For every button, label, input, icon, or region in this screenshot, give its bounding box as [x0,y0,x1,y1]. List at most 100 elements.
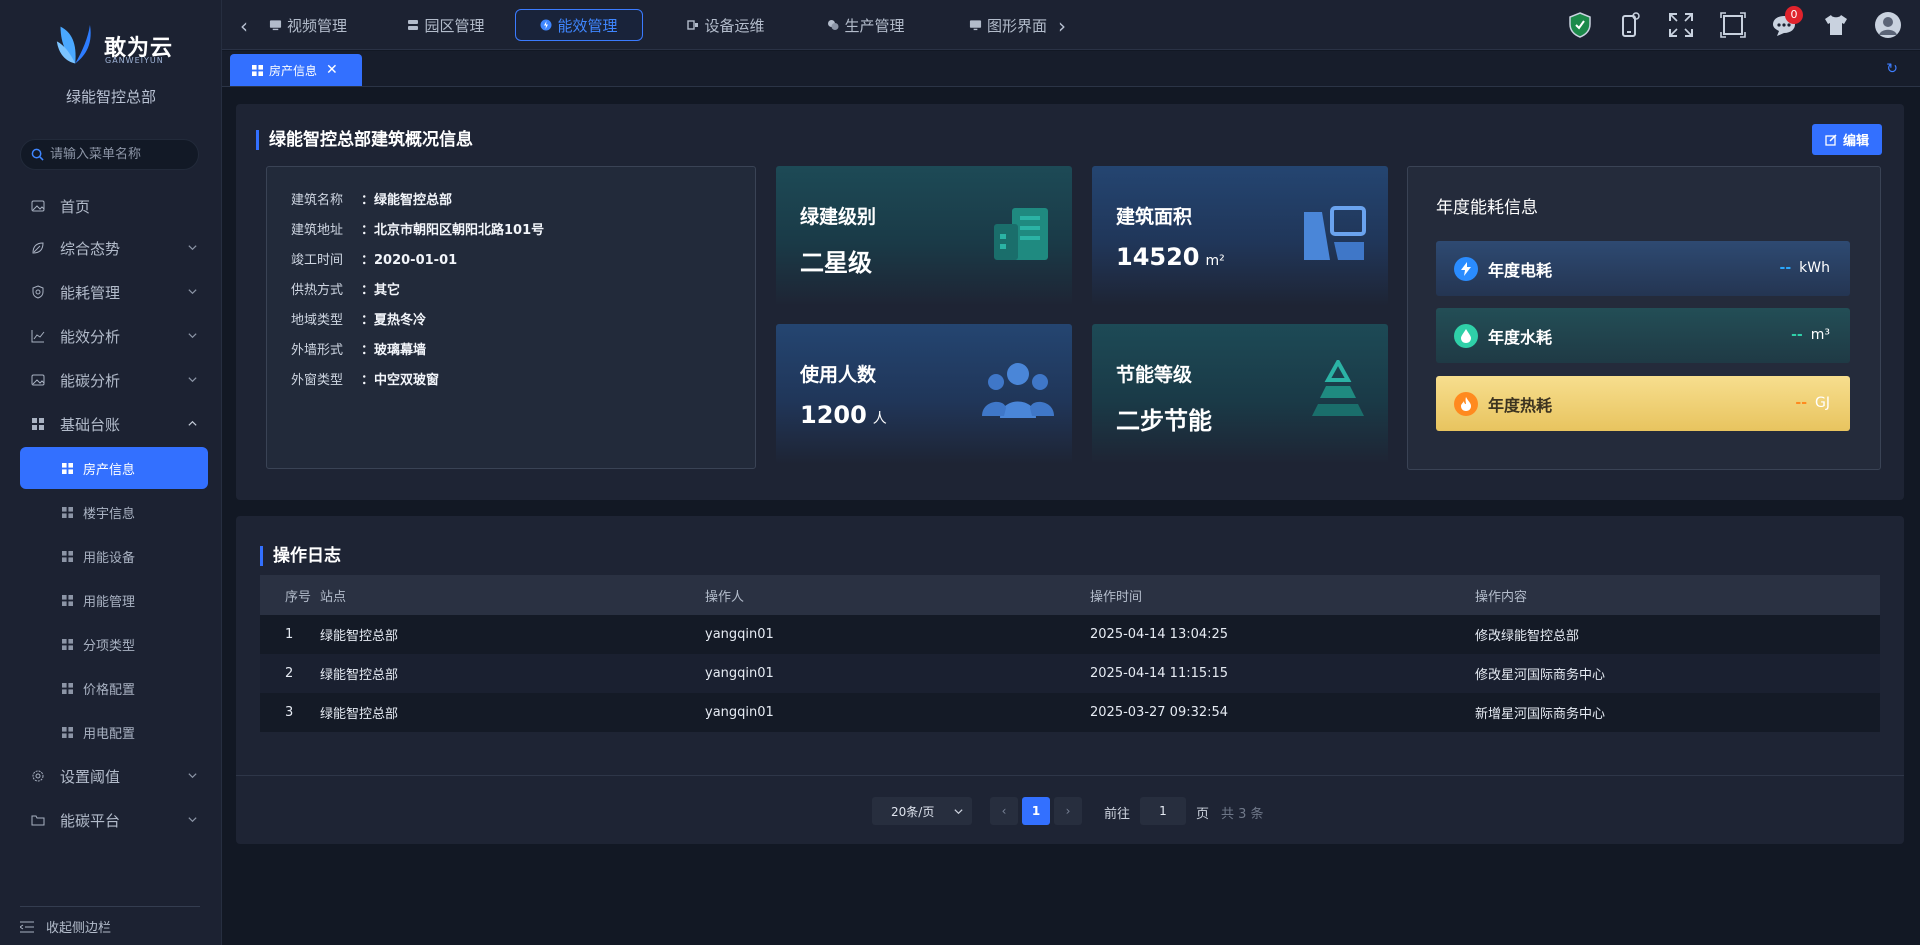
area-icon [1304,206,1366,260]
tab-graphic-interface[interactable]: 图形界面 [958,9,1058,41]
folder-icon [30,812,46,828]
submenu-item-label: 用能管理 [83,594,136,610]
panel-title: 绿能智控总部建筑概况信息 [256,130,473,150]
submenu-item-power-config[interactable]: 用电配置 [20,711,208,753]
pagination: 20条/页 ‹ 1 › 前往 页 共 3 条 [236,797,1904,825]
tab-video-management[interactable]: 视频管理 [258,9,358,41]
org-name: 绿能智控总部 [65,88,156,106]
info-key: 外墙形式 [291,343,344,358]
info-row: 建筑名称 ：绿能智控总部 [291,189,755,219]
table-cell: 1 [260,615,320,654]
edit-button[interactable]: 编辑 [1812,124,1882,155]
table-cell: 绿能智控总部 [320,693,705,732]
page-tab-label: 房产信息 [269,63,318,78]
table-row[interactable]: 3 绿能智控总部 yangqin01 2025-03-27 09:32:54 新… [260,693,1880,732]
tab-efficiency-management[interactable]: 能效管理 [515,9,643,41]
device-icon [687,19,699,31]
page-tab-property[interactable]: 房产信息 ✕ [230,54,362,86]
energy-row-electricity: 年度电耗 -- kWh [1436,241,1850,296]
nav-scroll-left-icon[interactable]: ‹ [240,14,248,38]
energy-label: 年度电耗 [1488,260,1553,280]
page-tabs-bar: 房产信息 ✕ ↻ [222,51,1920,87]
info-value: ：2020-01-01 [361,253,458,268]
monitor-icon [269,19,282,31]
info-key: 供热方式 [291,283,344,298]
table-cell: 2025-04-14 13:04:25 [1090,615,1475,654]
info-key: 竣工时间 [291,253,344,268]
mobile-icon[interactable] [1615,10,1645,40]
menu-item-carbon-platform[interactable]: 能碳平台 [20,800,208,840]
sidebar: 敢为云 GANWEIYUN 绿能智控总部 首页 综合态势 能耗管理 能效分析 能… [0,0,222,945]
collapse-sidebar-button[interactable]: 收起侧边栏 [20,906,200,945]
tab-label: 生产管理 [844,16,905,35]
energy-label: 年度水耗 [1488,327,1553,347]
tab-park-management[interactable]: 园区管理 [396,9,496,41]
top-navigation: ‹ 视频管理 园区管理 能效管理 设备运维 生产管理 图形界面 › 0 [222,0,1920,50]
goto-label: 前往 [1104,807,1131,822]
prev-page-button[interactable]: ‹ [990,797,1018,825]
info-key: 地域类型 [291,313,344,328]
page-size-select[interactable]: 20条/页 [872,797,972,825]
image-icon [30,198,46,214]
submenu-item-energy-device[interactable]: 用能设备 [20,535,208,577]
nav-scroll-right-icon[interactable]: › [1058,14,1066,38]
security-shield-icon[interactable] [1565,10,1595,40]
table-cell: 2025-04-14 11:15:15 [1090,654,1475,693]
tab-device-ops[interactable]: 设备运维 [676,9,776,41]
submenu-item-energy-use[interactable]: 用能管理 [20,579,208,621]
menu-item-carbon-analysis[interactable]: 能碳分析 [20,360,208,400]
menu-item-energy-mgmt[interactable]: 能耗管理 [20,272,208,312]
table-row[interactable]: 1 绿能智控总部 yangqin01 2025-04-14 13:04:25 修… [260,615,1880,654]
table-row[interactable]: 2 绿能智控总部 yangqin01 2025-04-14 11:15:15 修… [260,654,1880,693]
avatar[interactable] [1873,10,1903,40]
menu-item-threshold[interactable]: 设置阈值 [20,756,208,796]
info-key: 建筑地址 [291,223,344,238]
submenu-item-property[interactable]: 房产信息 [20,447,208,489]
chat-icon [827,19,839,31]
submenu-item-item-type[interactable]: 分项类型 [20,623,208,665]
page-number-button[interactable]: 1 [1022,797,1050,825]
building-info-box: 建筑名称 ：绿能智控总部 建筑地址 ：北京市朝阳区朝阳北路101号 竣工时间 ：202… [266,166,756,469]
fullscreen-icon[interactable] [1666,10,1696,40]
screen-frame-icon[interactable] [1718,10,1748,40]
energy-icon [540,19,552,31]
refresh-icon[interactable]: ↻ [1886,61,1898,77]
submenu-item-label: 用电配置 [83,726,136,742]
menu-search-input[interactable] [50,147,190,162]
info-value: ：绿能智控总部 [361,193,453,208]
collapse-icon [20,921,34,932]
close-icon[interactable]: ✕ [326,62,338,78]
building-icon [994,208,1048,260]
submenu-item-price-config[interactable]: 价格配置 [20,667,208,709]
tab-production-management[interactable]: 生产管理 [816,9,916,41]
info-key: 外窗类型 [291,373,344,388]
message-icon[interactable]: 0 [1769,6,1803,40]
table-cell: yangqin01 [705,693,1090,732]
tab-label: 园区管理 [424,16,485,35]
shield-icon [30,284,46,300]
info-row: 建筑地址 ：北京市朝阳区朝阳北路101号 [291,219,755,249]
log-table: 序号 站点 操作人 操作时间 操作内容 1 绿能智控总部 yangqin01 2… [260,575,1880,732]
menu-search-box[interactable] [20,139,199,170]
submenu-item-label: 房产信息 [83,462,136,478]
chevron-down-icon [954,809,963,815]
grid-icon [62,638,73,650]
table-cell: 绿能智控总部 [320,615,705,654]
tab-label: 视频管理 [286,16,347,35]
menu-item-overview[interactable]: 综合态势 [20,228,208,268]
table-cell: yangqin01 [705,615,1090,654]
submenu-item-building[interactable]: 楼宇信息 [20,491,208,533]
menu-item-base-ledger[interactable]: 基础台账 [20,404,208,444]
menu-item-label: 综合态势 [60,239,121,258]
tshirt-icon[interactable] [1821,10,1851,40]
table-cell: 2 [260,654,320,693]
menu-item-home[interactable]: 首页 [20,186,208,226]
tab-label: 图形界面 [986,16,1047,35]
menu-item-label: 能效分析 [60,327,121,346]
goto-page-input[interactable] [1140,797,1186,825]
next-page-button[interactable]: › [1054,797,1082,825]
energy-value: -- GJ [1795,395,1830,411]
info-value: ：中空双玻窗 [361,373,440,388]
menu-item-efficiency-analysis[interactable]: 能效分析 [20,316,208,356]
divider [236,775,1904,776]
